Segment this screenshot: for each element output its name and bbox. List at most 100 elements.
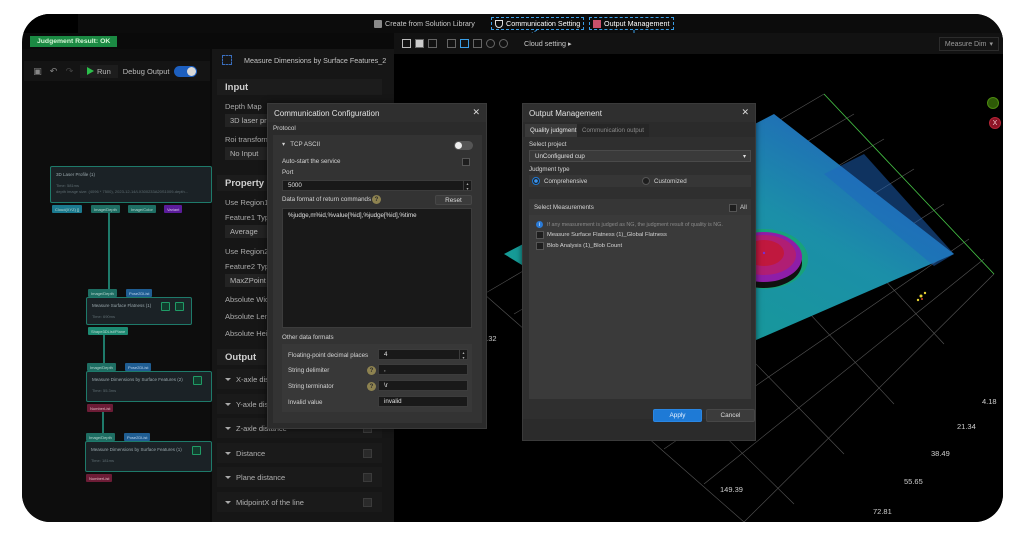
port-in[interactable]: Pose2DList: [125, 363, 152, 371]
output-checkbox[interactable]: [363, 472, 372, 482]
output-row[interactable]: MidpointX of the line: [217, 492, 382, 512]
output-management-button[interactable]: Output Management: [589, 17, 674, 30]
shield-icon[interactable]: [193, 376, 202, 385]
port-in[interactable]: Pose2DList: [126, 289, 153, 297]
communication-setting-button[interactable]: Communication Setting: [491, 17, 585, 30]
graph-node-measure-dimensions-2[interactable]: Measure Dimensions by Surface Features (…: [86, 371, 212, 402]
judgment-type-label: Judgment type: [529, 166, 570, 173]
tcp-ascii-expander[interactable]: ▾ TCP ASCII: [282, 141, 320, 148]
cancel-button[interactable]: Cancel: [706, 409, 755, 422]
debug-output-toggle[interactable]: [174, 65, 198, 77]
graph-node-3d-laser-profile[interactable]: 3D Laser Profile (1) Time: 581ms depth i…: [50, 166, 212, 203]
port-in[interactable]: Image/Depth: [87, 363, 116, 371]
select-measurements-label: Select Measurements: [534, 204, 594, 211]
invalid-value-input[interactable]: invalid: [378, 396, 468, 407]
close-icon[interactable]: ✕: [472, 107, 480, 118]
caret-down-icon: [225, 426, 231, 430]
tab-quality-judgment[interactable]: Quality judgment: [525, 124, 582, 137]
help-icon[interactable]: ?: [367, 366, 376, 375]
select-project-label: Select project: [529, 141, 567, 148]
measurement-checkbox[interactable]: [536, 242, 544, 250]
dialog-title: Communication Configuration: [268, 104, 486, 122]
auto-start-checkbox[interactable]: [462, 158, 470, 166]
data-format-label: Data format of return commands: [282, 196, 372, 203]
measurements-section: [529, 199, 751, 399]
view-fit-icon[interactable]: [402, 39, 411, 48]
measurement-label: Measure Surface Flatness (1)_Global Flat…: [547, 232, 667, 238]
feature1-type-label: Feature1 Type: [225, 213, 274, 222]
undo-icon[interactable]: ↶: [48, 66, 59, 77]
top-toolbar: Create from Solution Library Communicati…: [22, 14, 1003, 33]
measure-dim-dropdown[interactable]: Measure Dim ▾: [938, 37, 999, 51]
protocol-enable-toggle[interactable]: [454, 141, 473, 150]
port-out[interactable]: NumberList: [87, 404, 114, 412]
port-input[interactable]: 5000 ▴ ▾: [282, 180, 472, 191]
string-delimiter-label: String delimiter: [288, 367, 330, 374]
radio-comprehensive[interactable]: [532, 177, 540, 185]
input-section-title[interactable]: Input: [217, 79, 382, 95]
output-checkbox[interactable]: [363, 497, 372, 507]
roi-transform-label: Roi transform: [225, 135, 271, 144]
cloud-setting-button[interactable]: Cloud setting ▸: [524, 39, 572, 48]
decimal-places-input[interactable]: 4 ▴ ▾: [378, 349, 468, 360]
apply-button[interactable]: Apply: [653, 409, 702, 422]
point-cloud-alt-icon[interactable]: [499, 39, 508, 48]
port-out[interactable]: Image/Color: [128, 205, 156, 213]
graph-node-measure-surface-flatness[interactable]: Measure Surface Flatness (1) Time: 690ms: [86, 297, 192, 325]
all-label: All: [740, 204, 747, 211]
grid-dots-icon[interactable]: [473, 39, 482, 48]
close-icon[interactable]: ✕: [741, 107, 749, 118]
person-icon[interactable]: [175, 302, 184, 311]
port-out[interactable]: NumberList: [86, 474, 113, 482]
measurement-checkbox[interactable]: [536, 231, 544, 239]
tab-communication-output[interactable]: Communication output: [577, 124, 649, 137]
string-delimiter-input[interactable]: ,: [378, 364, 468, 375]
output-row[interactable]: Distance: [217, 443, 382, 463]
step-header: Measure Dimensions by Surface Features_2: [212, 49, 394, 71]
help-icon[interactable]: ?: [372, 195, 381, 204]
data-format-textarea[interactable]: %judge,m%id,%value[%id],%judge[%id],%tim…: [282, 208, 472, 328]
app-window: Create from Solution Library Communicati…: [22, 14, 1003, 522]
port-out[interactable]: Image/Depth: [91, 205, 120, 213]
caret-down-icon: [225, 377, 231, 381]
port-in[interactable]: Pose2DList: [124, 433, 151, 441]
chart-mode-icon[interactable]: [428, 39, 437, 48]
caret-down-icon: [225, 500, 231, 504]
run-button[interactable]: Run: [80, 64, 118, 78]
project-select[interactable]: UnConfigured cup ▾: [529, 150, 751, 162]
radio-customized[interactable]: [642, 177, 650, 185]
graph-node-measure-dimensions-1[interactable]: Measure Dimensions by Surface Features (…: [85, 441, 212, 472]
protocol-label: Protocol: [273, 125, 296, 132]
axis-tick-label: 72.81: [873, 507, 892, 516]
other-data-formats-label: Other data formats: [282, 334, 334, 341]
reset-button[interactable]: Reset: [435, 195, 472, 205]
grid-icon[interactable]: [447, 39, 456, 48]
select-all-checkbox[interactable]: [729, 204, 737, 212]
shield-icon[interactable]: [161, 302, 170, 311]
port-in[interactable]: Image/Depth: [86, 433, 115, 441]
port-out[interactable]: Shape3DList/Plane: [88, 327, 129, 335]
spinner-icon[interactable]: ▴ ▾: [463, 181, 471, 191]
save-icon[interactable]: ▣: [32, 66, 43, 77]
spinner-icon[interactable]: ▴ ▾: [459, 350, 467, 360]
use-region1-label: Use Region1: [225, 198, 269, 207]
shield-icon[interactable]: [192, 446, 201, 455]
axis-tick-label: 149.39: [720, 485, 743, 494]
point-cloud-icon[interactable]: [486, 39, 495, 48]
port-out[interactable]: Variant: [164, 205, 183, 213]
help-icon[interactable]: ?: [367, 382, 376, 391]
measurement-label: Blob Analysis (1)_Blob Count: [547, 243, 623, 249]
image-mode-icon[interactable]: [415, 39, 424, 48]
viewport-toolbar: Cloud setting ▸: [394, 33, 1003, 54]
port-out[interactable]: Cloud(XYZ) []: [52, 205, 83, 213]
output-checkbox[interactable]: [363, 448, 372, 458]
caret-down-icon: [225, 451, 231, 455]
colormap-grid-icon[interactable]: [460, 39, 469, 48]
redo-icon[interactable]: ↷: [64, 66, 75, 77]
output-row[interactable]: Plane distance: [217, 467, 382, 487]
string-terminator-input[interactable]: \r: [378, 380, 468, 391]
port-in[interactable]: Image/Depth: [88, 289, 117, 297]
debug-output-label: Debug Output: [122, 66, 170, 76]
create-from-solution-library-button[interactable]: Create from Solution Library: [374, 17, 475, 30]
decimal-places-label: Floating-point decimal places: [288, 352, 369, 359]
